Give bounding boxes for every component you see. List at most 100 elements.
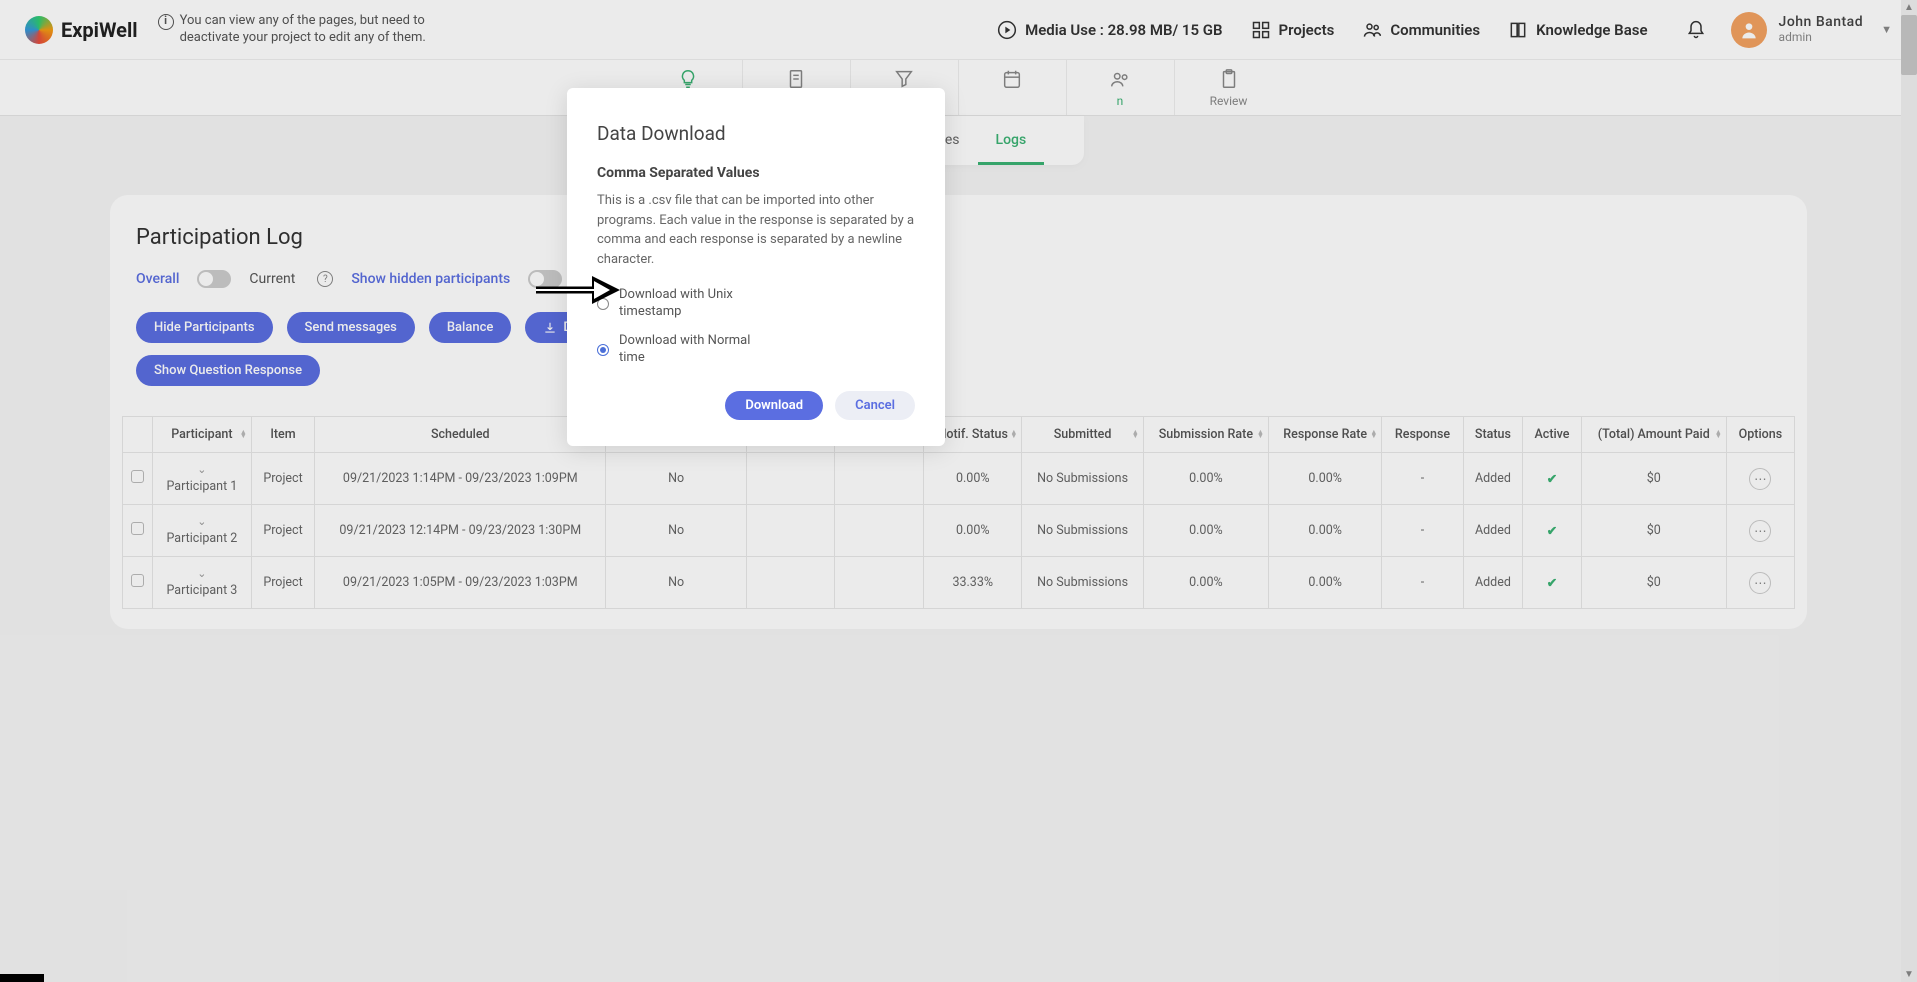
data-download-modal: Data Download Comma Separated Values Thi…: [567, 88, 945, 446]
cell-amount: $0: [1581, 453, 1726, 505]
info-banner: i You can view any of the pages, but nee…: [158, 13, 478, 47]
show-question-response-button[interactable]: Show Question Response: [136, 355, 320, 386]
cell-timezone: No: [606, 453, 747, 505]
cell-scheduled: 09/21/2023 12:14PM - 09/23/2023 1:30PM: [315, 505, 606, 557]
secnav-schedule[interactable]: [959, 60, 1067, 115]
cell-notif-status: 0.00%: [924, 453, 1022, 505]
info-icon: i: [158, 14, 174, 30]
overall-toggle[interactable]: [197, 270, 231, 288]
document-icon: [785, 68, 807, 90]
cancel-button[interactable]: Cancel: [835, 391, 915, 420]
col-response: Response: [1382, 417, 1463, 453]
page-title: Participation Log: [122, 225, 1795, 250]
avatar: [1731, 12, 1767, 48]
cell-response-rate: 0.00%: [1268, 453, 1381, 505]
table-row: ⌄ Participant 3 Project 09/21/2023 1:05PM…: [123, 557, 1795, 609]
check-icon: ✔: [1547, 576, 1557, 591]
user-menu[interactable]: John Bantad admin ▼: [1731, 12, 1892, 48]
col-submission-rate[interactable]: Submission Rate▲▼: [1143, 417, 1268, 453]
participant-name: Participant 3: [166, 583, 237, 598]
user-role: admin: [1779, 31, 1864, 44]
bottom-strip: [0, 974, 44, 982]
cell-item: Project: [251, 557, 314, 609]
col-response-rate[interactable]: Response Rate▲▼: [1268, 417, 1381, 453]
hide-participants-button[interactable]: Hide Participants: [136, 312, 273, 343]
col-item: Item: [251, 417, 314, 453]
cell-response: -: [1382, 505, 1463, 557]
page-scrollbar[interactable]: ▲ ▼: [1901, 0, 1917, 982]
modal-subtitle: Comma Separated Values: [597, 165, 915, 181]
filter-row: Overall Current ? Show hidden participan…: [122, 270, 1795, 288]
secnav-review[interactable]: Review: [1175, 60, 1283, 115]
nav-knowledge-base[interactable]: Knowledge Base: [1508, 20, 1647, 40]
participation-log-card: Participation Log Overall Current ? Show…: [110, 195, 1807, 629]
balance-button[interactable]: Balance: [429, 312, 512, 343]
media-use-text: Media Use : 28.98 MB/ 15 GB: [1025, 21, 1222, 39]
cell-submission-rate: 0.00%: [1143, 453, 1268, 505]
table-row: ⌄Participant 2 Project 09/21/2023 12:14P…: [123, 505, 1795, 557]
users-icon: [1362, 20, 1382, 40]
nav-communities[interactable]: Communities: [1362, 20, 1480, 40]
filter-show-hidden-label: Show hidden participants: [351, 271, 510, 287]
check-icon: ✔: [1547, 472, 1557, 487]
cell-scheduled: 09/21/2023 1:05PM - 09/23/2023 1:03PM: [315, 557, 606, 609]
cell-item: Project: [251, 453, 314, 505]
row-options-button[interactable]: ⋯: [1749, 468, 1771, 490]
cell-submitted: No Submissions: [1022, 557, 1143, 609]
filter-current-label: Current: [249, 271, 295, 287]
modal-description: This is a .csv file that can be imported…: [597, 191, 915, 269]
col-status: Status: [1463, 417, 1523, 453]
nav-projects[interactable]: Projects: [1251, 20, 1335, 40]
participants-table: Participant▲▼ Item Scheduled Timezone Ch…: [122, 416, 1795, 609]
info-banner-text: You can view any of the pages, but need …: [180, 13, 478, 47]
cell-status: Added: [1463, 505, 1523, 557]
check-icon: ✔: [1547, 524, 1557, 539]
expand-row-icon[interactable]: ⌄: [161, 463, 243, 476]
col-scheduled: Scheduled: [315, 417, 606, 453]
cell-status: Added: [1463, 453, 1523, 505]
play-circle-icon: [997, 20, 1017, 40]
cell-submission-rate: 0.00%: [1143, 557, 1268, 609]
top-nav: Media Use : 28.98 MB/ 15 GB Projects Com…: [997, 20, 1705, 40]
brand-logo-icon: [25, 16, 53, 44]
expand-row-icon[interactable]: ⌄: [161, 567, 243, 580]
col-amount[interactable]: (Total) Amount Paid▲▼: [1581, 417, 1726, 453]
col-participant[interactable]: Participant▲▼: [153, 417, 252, 453]
cell-amount: $0: [1581, 505, 1726, 557]
send-messages-button[interactable]: Send messages: [287, 312, 415, 343]
cell-notif-status: 0.00%: [924, 505, 1022, 557]
radio-unix-row[interactable]: Download with Unix timestamp: [597, 287, 915, 321]
annotation-arrow-icon: [532, 270, 622, 310]
table-row: ⌄Participant 1 Project 09/21/2023 1:14PM…: [123, 453, 1795, 505]
radio-normal-row[interactable]: Download with Normal time: [597, 333, 915, 367]
media-use-link[interactable]: Media Use : 28.98 MB/ 15 GB: [997, 20, 1222, 40]
cell-response: -: [1382, 453, 1463, 505]
people-icon: [1109, 68, 1131, 90]
action-pills: Hide Participants Send messages Balance …: [122, 312, 1795, 343]
radio-normal[interactable]: [597, 344, 609, 356]
row-checkbox[interactable]: [131, 574, 144, 587]
download-button[interactable]: Download: [725, 391, 823, 420]
help-icon[interactable]: ?: [317, 271, 333, 287]
clipboard-icon: [1218, 68, 1240, 90]
top-bar: ExpiWell i You can view any of the pages…: [0, 0, 1917, 60]
cell-amount: $0: [1581, 557, 1726, 609]
row-checkbox[interactable]: [131, 470, 144, 483]
tab-logs[interactable]: Logs: [978, 116, 1045, 165]
brand-name: ExpiWell: [61, 18, 138, 42]
notifications-bell-icon[interactable]: [1686, 20, 1706, 40]
secnav-people[interactable]: n: [1067, 60, 1175, 115]
row-checkbox[interactable]: [131, 522, 144, 535]
secondary-nav: Insights B n Review: [0, 60, 1917, 116]
cell-submitted: No Submissions: [1022, 453, 1143, 505]
download-icon: [543, 321, 557, 335]
table-header-row: Participant▲▼ Item Scheduled Timezone Ch…: [123, 417, 1795, 453]
expand-row-icon[interactable]: ⌄: [161, 515, 243, 528]
brand-logo[interactable]: ExpiWell: [25, 16, 138, 44]
cell-submission-rate: 0.00%: [1143, 505, 1268, 557]
cell-timezone: No: [606, 505, 747, 557]
col-submitted[interactable]: Submitted▲▼: [1022, 417, 1143, 453]
grid-icon: [1251, 20, 1271, 40]
row-options-button[interactable]: ⋯: [1749, 572, 1771, 594]
row-options-button[interactable]: ⋯: [1749, 520, 1771, 542]
